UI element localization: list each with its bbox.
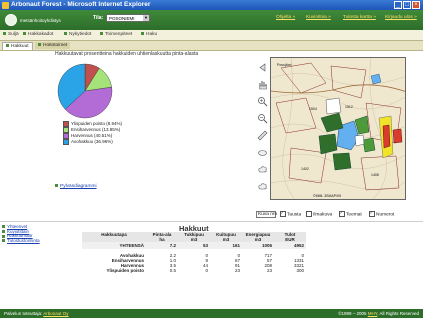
table-total-row: YHTEENSÄ 7.2 53 161 1006 4952 (82, 242, 306, 249)
pan-hand-icon[interactable] (257, 79, 268, 90)
chart-legend: Ylispuiden poisto (8.94%) Ensiharvennus (… (63, 121, 122, 145)
back-arrow-icon[interactable] (257, 62, 268, 73)
map-view-select[interactable]: Kuva nro (256, 211, 277, 218)
select-cloud-icon[interactable] (257, 181, 268, 192)
legend-label: Ensiharvennus (13.85%) (71, 127, 121, 133)
map-label: Posojärvi (277, 63, 292, 67)
checkbox-icon (339, 210, 345, 217)
map-label: 1504 (309, 107, 317, 111)
checkbox-icon (369, 210, 375, 217)
eraser-icon[interactable] (257, 147, 268, 158)
checkbox-icon (280, 210, 286, 217)
status-left: Palvelun toteuttaja: Arbonaut Oy (4, 311, 69, 316)
map-label: 1408 (371, 173, 379, 177)
pie-chart (57, 63, 113, 119)
table-cell: 0 (205, 268, 208, 273)
close-button[interactable]: × (412, 1, 420, 9)
link-logout[interactable]: Kirjaudu ulos » (385, 15, 417, 20)
main-nav: Suljä Hakkakadot Nykytiedot Toimenpiteet… (0, 30, 423, 41)
legend-swatch (63, 139, 69, 145)
table-cell: 7.2 (146, 242, 178, 249)
table-cell: 53 (178, 242, 210, 249)
map-label: 1512 (345, 105, 353, 109)
table-cell: 1006 (242, 242, 274, 249)
hakkuut-table: Hakkuutapa Pinta-ala Tukkipuu Kuitupuu E… (82, 232, 306, 273)
tab-toimenpiteet[interactable]: Toimenpiteet (100, 32, 132, 37)
tab-haku[interactable]: Haku (141, 32, 157, 37)
tab-hakkuut[interactable]: Hakkuut (2, 42, 33, 50)
link-print-map[interactable]: Tulosta kartta » (343, 15, 376, 20)
window-title: Arbonaut Forest - Microsoft Internet Exp… (11, 1, 151, 8)
tila-select[interactable]: POSONIEMI ▼ (106, 14, 150, 22)
legend-label: Avohakkuu (36.96%) (71, 139, 113, 145)
mhy-link[interactable]: MHY (368, 311, 377, 316)
ie-icon (2, 1, 9, 9)
bullet-icon (23, 32, 26, 36)
tab-hoitotoimet[interactable]: Hoitotoimet (35, 42, 71, 49)
side-links: Yhteenvet Kuviotittain Hakkuumäär Tulost… (2, 224, 40, 244)
info-cloud-icon[interactable] (257, 164, 268, 175)
tab-suljä[interactable]: Suljä (3, 32, 19, 37)
map-toolbar (257, 62, 269, 198)
minimize-button[interactable]: _ (394, 1, 402, 9)
checkbox-icon (306, 211, 312, 217)
status-right: ©1999 – 2005 MHY, All Rights Reserved (338, 311, 419, 316)
map-label: 1402 (301, 167, 309, 171)
link-kuviotiedot[interactable]: Kuvioitnia » (306, 15, 331, 20)
table-cell: 23 (266, 268, 272, 273)
maximize-button[interactable]: □ (403, 1, 411, 9)
legend-entry: Avohakkuu (36.96%) (63, 139, 122, 145)
table-row: Ylispuiden poisto 0.5 0 23 23 300 (82, 268, 306, 273)
checkbox-teemat[interactable]: Teemat (339, 210, 362, 217)
chart-title: Hakkuutavat prosentteina hakkuiden uhtie… (55, 51, 199, 57)
divider (0, 221, 423, 222)
bullet-icon (64, 32, 67, 36)
zoom-out-icon[interactable] (257, 113, 268, 124)
checkbox-ilmakuva[interactable]: Ilmakuva (306, 211, 332, 217)
map-controls: Kuva nro Tausta Ilmakuva Teemat Numerot (256, 210, 421, 220)
tab-hakkakadot[interactable]: Hakkakadot (23, 32, 53, 37)
bullet-icon (38, 43, 41, 47)
logo-text: metsänhoitoyhdistys (20, 18, 61, 23)
bullet-icon (3, 32, 6, 36)
legend-label: Ylispuiden poisto (8.94%) (71, 121, 123, 127)
app-header: metsänhoitoyhdistys Tila: POSONIEMI ▼ Oh… (0, 10, 423, 30)
checkbox-tausta[interactable]: Tausta (280, 210, 301, 217)
table-cell: Ylispuiden poisto (106, 268, 144, 273)
ruler-icon[interactable] (257, 130, 268, 141)
arbonaut-link[interactable]: Arbonaut Oy (43, 311, 68, 316)
bullet-icon (141, 32, 144, 36)
sub-nav: Hakkuut Hoitotoimet (0, 41, 423, 51)
legend-label: Harvennus (40.51%) (71, 133, 113, 139)
link-ohjeet[interactable]: Ohjelta » (276, 15, 295, 20)
window-title-bar: Arbonaut Forest - Microsoft Internet Exp… (0, 0, 423, 10)
link-tulostus[interactable]: Tulostustoiminta (2, 238, 40, 244)
table-cell: 23 (234, 268, 240, 273)
bullet-icon (2, 234, 5, 238)
bullet-icon (55, 184, 58, 188)
table-cell: 161 (210, 242, 242, 249)
table-cell: 4952 (274, 242, 306, 249)
map-copyright: ©MML 3SMAP/09 (313, 194, 341, 198)
map-canvas[interactable]: Posojärvi 1504 1512 1402 1408 ©MML 3SMAP… (271, 58, 406, 200)
zoom-in-icon[interactable] (257, 96, 268, 107)
bar-chart-link[interactable]: Pylväsdiagrammi (55, 184, 97, 189)
status-bar: Palvelun toteuttaja: Arbonaut Oy ©1999 –… (0, 309, 423, 318)
logo-icon (5, 14, 17, 26)
bullet-icon (2, 225, 5, 229)
table-cell: 0.5 (169, 268, 176, 273)
bullet-icon (2, 239, 5, 243)
bullet-icon (100, 32, 103, 36)
chevron-down-icon: ▼ (143, 15, 149, 21)
tila-label: Tila: (93, 15, 104, 21)
table-cell: YHTEENSÄ (82, 242, 146, 249)
tila-value: POSONIEMI (109, 16, 135, 21)
tab-nykytiedot[interactable]: Nykytiedot (64, 32, 91, 37)
table-cell: 300 (296, 268, 304, 273)
checkbox-numerot[interactable]: Numerot (369, 210, 394, 217)
forest-map[interactable]: Posojärvi 1504 1512 1402 1408 ©MML 3SMAP… (270, 57, 406, 200)
bullet-icon (6, 44, 9, 48)
bullet-icon (2, 229, 5, 233)
